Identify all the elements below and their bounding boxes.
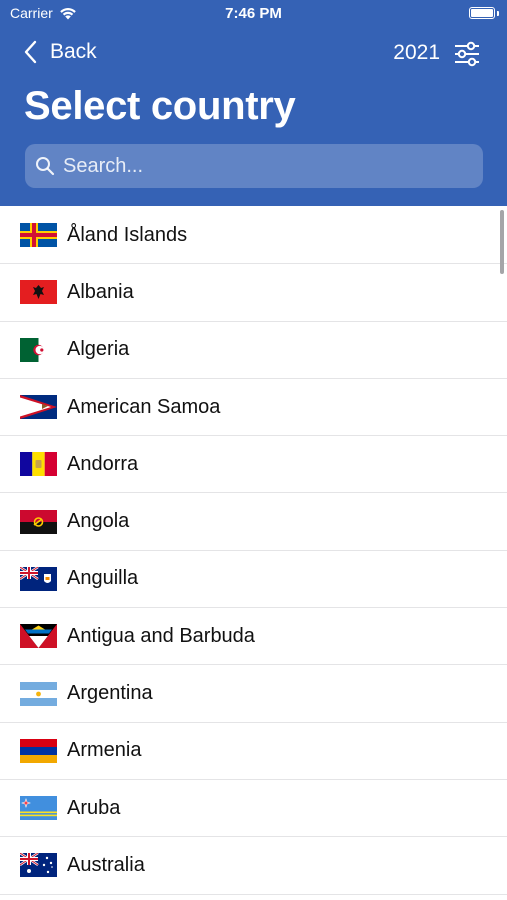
flag-albania (20, 280, 57, 305)
header: Carrier 7:46 PM Back 2021 Select country… (0, 0, 507, 206)
search-icon (36, 157, 55, 176)
country-name: Angola (67, 510, 130, 533)
search-input[interactable] (63, 154, 463, 178)
country-name: Algeria (67, 338, 130, 361)
country-row[interactable]: American Samoa (0, 379, 507, 437)
country-row[interactable]: Aruba (0, 780, 507, 838)
clock: 7:46 PM (225, 5, 282, 22)
flag-argentina (20, 681, 57, 706)
flag-angola (20, 509, 57, 534)
country-name: Åland Islands (67, 223, 188, 246)
flag-american-samoa (20, 395, 57, 420)
country-name: American Samoa (67, 395, 221, 418)
country-name: Albania (67, 280, 134, 303)
country-name: Antigua and Barbuda (67, 624, 255, 647)
battery-icon (469, 7, 495, 19)
country-row[interactable]: Albania (0, 264, 507, 322)
country-name: Argentina (67, 682, 153, 705)
country-row[interactable]: Algeria (0, 322, 507, 379)
country-row[interactable]: Armenia (0, 723, 507, 780)
country-name: Armenia (67, 739, 142, 762)
country-name: Anguilla (67, 567, 139, 590)
flag-anguilla (20, 566, 57, 591)
flag-armenia (20, 738, 57, 763)
country-list[interactable]: Åland Islands Albania Algeria American S… (0, 207, 507, 900)
nav-bar: Back 2021 (0, 34, 507, 74)
flag-andorra (20, 452, 57, 477)
flag-aruba (20, 796, 57, 821)
country-row[interactable]: Australia (0, 837, 507, 895)
country-row[interactable]: Angola (0, 493, 507, 551)
scrollbar[interactable] (500, 210, 504, 274)
flag-australia (20, 853, 57, 878)
flag-aland-islands (20, 223, 57, 248)
flag-algeria (20, 337, 57, 362)
filter-icon[interactable] (453, 41, 481, 67)
country-name: Andorra (67, 452, 139, 475)
country-row[interactable]: Åland Islands (0, 207, 507, 265)
battery-cap (497, 11, 499, 16)
back-button[interactable]: Back (24, 40, 97, 64)
country-row[interactable]: Antigua and Barbuda (0, 608, 507, 666)
country-row[interactable]: Andorra (0, 436, 507, 494)
country-row[interactable]: Anguilla (0, 551, 507, 609)
flag-antigua-and-barbuda (20, 624, 57, 649)
year-selector[interactable]: 2021 (393, 41, 440, 65)
page-title: Select country (24, 84, 296, 128)
country-name: Australia (67, 853, 145, 876)
back-label: Back (50, 40, 97, 63)
country-name: Aruba (67, 796, 121, 819)
search-bar[interactable] (25, 144, 483, 188)
country-row[interactable]: Argentina (0, 665, 507, 723)
chevron-left-icon (24, 40, 37, 64)
status-bar: Carrier 7:46 PM (0, 0, 507, 28)
